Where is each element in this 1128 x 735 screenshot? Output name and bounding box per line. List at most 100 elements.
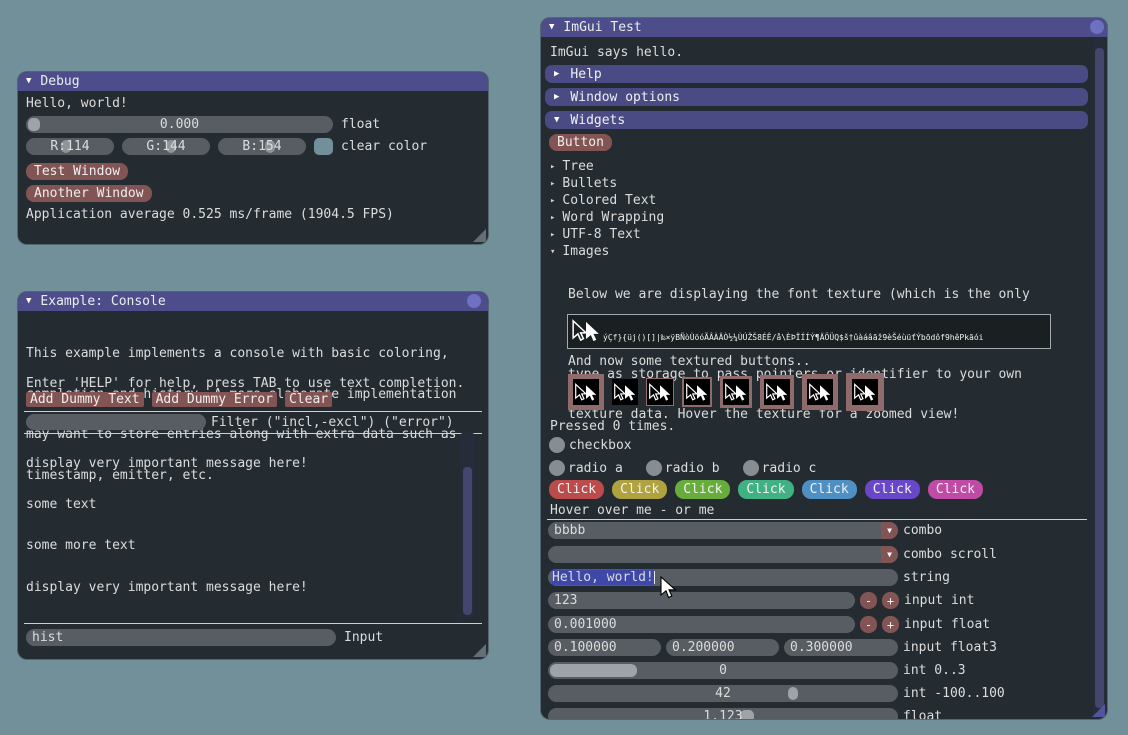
click-button-magenta[interactable]: Click xyxy=(928,480,983,499)
collapse-arrow-icon[interactable]: ▼ xyxy=(26,297,31,306)
chevron-right-icon: ▸ xyxy=(550,179,555,189)
tree-node-label: Images xyxy=(562,244,609,259)
slider-float[interactable]: 1.123 xyxy=(548,708,898,719)
minus-button[interactable]: - xyxy=(860,616,877,633)
click-button-green[interactable]: Click xyxy=(675,480,730,499)
click-button-red[interactable]: Click xyxy=(549,480,604,499)
combo-label: combo xyxy=(903,523,942,538)
tree-node-word-wrapping[interactable]: ▸ Word Wrapping xyxy=(550,210,664,225)
clear-color-swatch[interactable] xyxy=(314,138,333,155)
click-button-yellow[interactable]: Click xyxy=(612,480,667,499)
debug-window: ▼ Debug Hello, world! 0.000 float R:114 … xyxy=(18,72,488,244)
header-widgets-label: Widgets xyxy=(570,113,625,128)
debug-titlebar[interactable]: ▼ Debug xyxy=(18,72,488,91)
float-slider-grab[interactable] xyxy=(28,118,40,131)
clear-color-label: clear color xyxy=(341,139,427,154)
resize-grip[interactable] xyxy=(1092,704,1105,717)
plus-button[interactable]: + xyxy=(882,616,899,633)
separator xyxy=(547,519,1087,520)
tree-node-label: Bullets xyxy=(562,176,617,191)
slider-grab[interactable] xyxy=(788,687,798,700)
image-button[interactable] xyxy=(682,377,712,407)
slider-int-0-3[interactable]: 0 xyxy=(548,662,898,679)
click-button-blue[interactable]: Click xyxy=(802,480,857,499)
input-float-field[interactable]: 0.001000 xyxy=(548,616,855,633)
click-button-teal[interactable]: Click xyxy=(738,480,793,499)
radio-a[interactable] xyxy=(549,460,565,476)
hover-text[interactable]: Hover over me - or me xyxy=(550,504,714,518)
resize-grip[interactable] xyxy=(473,229,486,242)
image-button[interactable] xyxy=(720,376,752,408)
combo-arrow-icon[interactable]: ▼ xyxy=(881,546,898,563)
log-line: some text xyxy=(26,498,456,512)
header-window-options-label: Window options xyxy=(570,90,680,105)
collapse-arrow-icon[interactable]: ▼ xyxy=(549,23,554,32)
tree-node-bullets[interactable]: ▸ Bullets xyxy=(550,176,617,191)
console-titlebar[interactable]: ▼ Example: Console xyxy=(18,292,488,311)
radio-c-label: radio c xyxy=(762,461,817,476)
close-button[interactable] xyxy=(1090,20,1104,34)
radio-b[interactable] xyxy=(646,460,662,476)
b-slider[interactable]: B:154 xyxy=(218,138,306,155)
combo-scroll-select[interactable]: ▼ xyxy=(548,546,898,563)
r-slider[interactable]: R:114 xyxy=(26,138,114,155)
checkbox[interactable] xyxy=(549,437,565,453)
slider-grab[interactable] xyxy=(550,664,637,677)
tree-node-images[interactable]: ▾ Images xyxy=(550,244,609,259)
image-button[interactable] xyxy=(802,374,838,410)
add-dummy-text-button[interactable]: Add Dummy Text xyxy=(26,392,144,407)
hello-world-text: Hello, world! xyxy=(26,97,128,111)
header-widgets[interactable]: ▼ Widgets xyxy=(545,111,1088,129)
tree-node-utf8-text[interactable]: ▸ UTF-8 Text xyxy=(550,227,641,242)
tree-node-label: Tree xyxy=(562,159,593,174)
plus-button[interactable]: + xyxy=(882,592,899,609)
add-dummy-error-button[interactable]: Add Dummy Error xyxy=(152,392,277,407)
console-input[interactable]: hist xyxy=(26,629,336,646)
tree-node-colored-text[interactable]: ▸ Colored Text xyxy=(550,193,656,208)
desktop: { "canvas": { "background": "#72909A" },… xyxy=(0,0,1128,735)
slider-int-100[interactable]: 42 xyxy=(548,685,898,702)
image-button[interactable] xyxy=(612,379,638,405)
minus-button[interactable]: - xyxy=(860,592,877,609)
input-float3-y[interactable]: 0.200000 xyxy=(666,639,779,656)
imgui-titlebar[interactable]: ▼ ImGui Test xyxy=(541,18,1107,37)
combo-select[interactable]: bbbb ▼ xyxy=(548,522,898,539)
filter-input[interactable] xyxy=(26,414,206,430)
image-button[interactable] xyxy=(846,373,884,411)
resize-grip[interactable] xyxy=(473,644,486,657)
imgui-scrollbar[interactable] xyxy=(1093,38,1106,717)
string-input[interactable]: Hello, world! xyxy=(548,569,898,586)
filter-label: Filter ("incl,-excl") ("error") xyxy=(211,415,454,430)
clear-button[interactable]: Clear xyxy=(285,392,332,407)
tree-node-tree[interactable]: ▸ Tree xyxy=(550,159,594,174)
fps-stats-text: Application average 0.525 ms/frame (1904… xyxy=(26,208,394,222)
console-input-label: Input xyxy=(344,630,383,645)
log-line: display very important message here! xyxy=(26,457,456,471)
close-button[interactable] xyxy=(467,294,481,308)
another-window-button[interactable]: Another Window xyxy=(26,185,152,202)
font-texture-image[interactable]: ýÇf}{üj()[]|‰×ÿBÑòÙöóÃÂÀÄÒ½¼ÙÚŽŠ8ÉÊ/å\ÈÞ… xyxy=(567,314,1051,349)
imgui-scrollbar-thumb[interactable] xyxy=(1095,48,1104,708)
radio-c[interactable] xyxy=(743,460,759,476)
image-button[interactable] xyxy=(568,374,604,410)
input-float3-x[interactable]: 0.100000 xyxy=(548,639,661,656)
combo-arrow-icon[interactable]: ▼ xyxy=(881,522,898,539)
console-scrollbar[interactable] xyxy=(460,433,475,618)
collapse-arrow-icon[interactable]: ▼ xyxy=(26,77,31,86)
string-label: string xyxy=(903,570,950,585)
test-window-button[interactable]: Test Window xyxy=(26,163,128,180)
button-widget[interactable]: Button xyxy=(549,134,612,151)
console-scrollbar-thumb[interactable] xyxy=(463,467,472,615)
image-button[interactable] xyxy=(760,375,794,409)
chevron-right-icon: ▶ xyxy=(554,69,559,79)
float-slider[interactable]: 0.000 xyxy=(26,116,333,133)
image-button[interactable] xyxy=(646,378,674,406)
input-float3-z[interactable]: 0.300000 xyxy=(784,639,898,656)
header-window-options[interactable]: ▶ Window options xyxy=(545,88,1088,106)
radio-b-label: radio b xyxy=(665,461,720,476)
g-slider[interactable]: G:144 xyxy=(122,138,210,155)
header-help[interactable]: ▶ Help xyxy=(545,65,1088,83)
click-button-purple[interactable]: Click xyxy=(865,480,920,499)
radio-a-label: radio a xyxy=(568,461,623,476)
input-int-field[interactable]: 123 xyxy=(548,592,855,609)
